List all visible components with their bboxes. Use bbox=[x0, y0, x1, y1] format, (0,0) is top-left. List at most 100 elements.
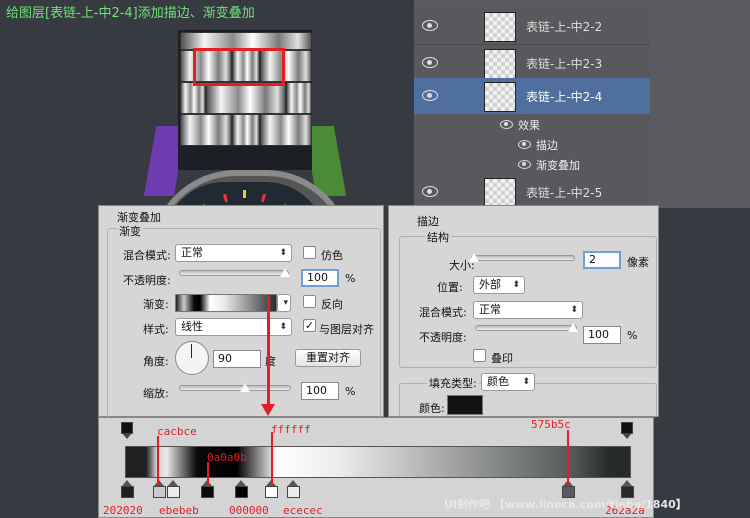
effects-row[interactable]: 效果 bbox=[414, 114, 650, 134]
annotation-line bbox=[567, 430, 569, 486]
dither-checkbox[interactable] bbox=[303, 246, 316, 259]
percent-label: % bbox=[345, 385, 356, 398]
opacity-stop-left[interactable] bbox=[121, 422, 133, 440]
color-stop[interactable] bbox=[121, 480, 134, 498]
opacity-slider[interactable] bbox=[179, 268, 290, 277]
stroke-color-swatch[interactable] bbox=[447, 395, 483, 415]
size-slider[interactable] bbox=[469, 253, 575, 262]
connector-arrow-line bbox=[267, 296, 270, 406]
reverse-label: 反向 bbox=[321, 298, 343, 311]
effect-row-gradient-overlay[interactable]: 渐变叠加 bbox=[414, 154, 650, 174]
color-stop-swatch bbox=[201, 486, 214, 498]
overprint-checkbox[interactable] bbox=[473, 349, 486, 362]
visibility-eye-icon[interactable] bbox=[422, 20, 438, 31]
group-title: 渐变 bbox=[117, 223, 143, 239]
slider-knob[interactable] bbox=[240, 383, 250, 392]
fill-type-value: 颜色 bbox=[487, 375, 509, 388]
effect-label: 渐变叠加 bbox=[536, 159, 580, 172]
gradient-picker-button[interactable]: ▾ bbox=[277, 294, 291, 312]
dropdown-arrow-icon: ⬍ bbox=[512, 280, 520, 290]
fill-type-label: 填充类型: bbox=[427, 375, 479, 391]
stop-label: ebebeb bbox=[159, 504, 199, 517]
overprint-label: 叠印 bbox=[491, 352, 513, 365]
visibility-eye-icon[interactable] bbox=[422, 57, 438, 68]
stop-label: 0a0a0b bbox=[207, 451, 247, 464]
color-stop[interactable] bbox=[167, 480, 180, 498]
annotation-line bbox=[207, 462, 209, 486]
slider-knob[interactable] bbox=[280, 268, 290, 277]
effect-row-stroke[interactable]: 描边 bbox=[414, 134, 650, 154]
percent-label: % bbox=[627, 329, 638, 342]
visibility-eye-icon[interactable] bbox=[500, 120, 513, 129]
dropdown-arrow-icon: ⬍ bbox=[570, 305, 578, 315]
layer-row[interactable]: 表链-上-中2-2 bbox=[414, 8, 650, 45]
stop-label: ececec bbox=[283, 504, 323, 517]
layer-name: 表链-上-中2-3 bbox=[526, 57, 603, 71]
gradient-label: 渐变: bbox=[143, 298, 169, 311]
dither-label: 仿色 bbox=[321, 249, 343, 262]
dial-tick bbox=[223, 193, 228, 203]
dropdown-arrow-icon: ⬍ bbox=[279, 322, 287, 332]
opacity-input[interactable]: 100 bbox=[583, 326, 621, 344]
layer-row[interactable]: 表链-上-中2-3 bbox=[414, 45, 650, 82]
visibility-eye-icon[interactable] bbox=[518, 140, 531, 149]
blend-mode-select[interactable]: 正常 ⬍ bbox=[473, 301, 583, 319]
layers-panel: 表链-上-中2-2 表链-上-中2-3 表链-上-中2-4 效果 描边 渐变叠加… bbox=[414, 0, 750, 211]
opacity-label: 不透明度: bbox=[123, 274, 171, 287]
opacity-slider[interactable] bbox=[475, 323, 578, 332]
visibility-eye-icon[interactable] bbox=[518, 160, 531, 169]
percent-label: % bbox=[345, 272, 356, 285]
opacity-stop-pointer bbox=[622, 433, 632, 439]
reset-align-button[interactable]: 重置对齐 bbox=[295, 349, 361, 367]
layer-name: 表链-上-中2-5 bbox=[526, 186, 603, 200]
dropdown-arrow-icon: ⬍ bbox=[279, 248, 287, 258]
stroke-dialog: 描边 结构 大小: 2 像素 位置: 外部 ⬍ 混合模式: 正常 ⬍ 不透明度: 1… bbox=[388, 205, 659, 418]
dial-tick bbox=[261, 193, 266, 203]
layer-row-selected[interactable]: 表链-上-中2-4 bbox=[414, 78, 650, 115]
opacity-stop-pointer bbox=[122, 433, 132, 439]
visibility-eye-icon[interactable] bbox=[422, 186, 438, 197]
group-title: 结构 bbox=[425, 229, 451, 245]
effect-label: 描边 bbox=[536, 139, 558, 152]
scale-slider[interactable] bbox=[179, 383, 291, 392]
visibility-eye-icon[interactable] bbox=[422, 90, 438, 101]
blend-mode-value: 正常 bbox=[479, 303, 501, 316]
gradient-bar[interactable] bbox=[125, 446, 631, 478]
scale-label: 缩放: bbox=[143, 387, 169, 400]
align-checkbox[interactable]: ✓ bbox=[303, 319, 316, 332]
strap-link bbox=[260, 114, 312, 146]
align-label: 与图层对齐 bbox=[319, 323, 374, 336]
color-stop[interactable] bbox=[621, 480, 634, 498]
scale-input[interactable]: 100 bbox=[301, 382, 339, 400]
effects-label: 效果 bbox=[518, 119, 540, 132]
color-label: 颜色: bbox=[419, 402, 445, 415]
slider-knob[interactable] bbox=[568, 323, 578, 332]
dialog-title: 描边 bbox=[417, 215, 439, 228]
style-label: 样式: bbox=[143, 323, 169, 336]
layer-thumbnail bbox=[484, 178, 516, 208]
angle-dial[interactable] bbox=[175, 341, 209, 375]
fill-type-select[interactable]: 颜色 ⬍ bbox=[481, 373, 535, 391]
size-input[interactable]: 2 bbox=[583, 251, 621, 269]
color-stop[interactable] bbox=[287, 480, 300, 498]
connector-arrow-head bbox=[261, 404, 275, 416]
blend-mode-value: 正常 bbox=[181, 246, 203, 259]
angle-label: 角度: bbox=[143, 355, 169, 368]
reverse-checkbox[interactable] bbox=[303, 295, 316, 308]
position-value: 外部 bbox=[479, 278, 501, 291]
blend-mode-select[interactable]: 正常 ⬍ bbox=[175, 244, 292, 262]
style-select[interactable]: 线性 ⬍ bbox=[175, 318, 292, 336]
opacity-stop-right[interactable] bbox=[621, 422, 633, 440]
angle-input[interactable]: 90 bbox=[213, 350, 261, 368]
layer-name: 表链-上-中2-2 bbox=[526, 20, 603, 34]
opacity-input[interactable]: 100 bbox=[301, 269, 339, 287]
slider-knob[interactable] bbox=[469, 253, 479, 262]
color-stop[interactable] bbox=[235, 480, 248, 498]
gradient-preview[interactable] bbox=[175, 294, 277, 312]
layer-thumbnail bbox=[484, 12, 516, 42]
strap-link-center bbox=[206, 82, 286, 114]
color-stop-swatch bbox=[121, 486, 134, 498]
color-stop[interactable] bbox=[153, 480, 166, 498]
color-stop-swatch bbox=[287, 486, 300, 498]
position-select[interactable]: 外部 ⬍ bbox=[473, 276, 525, 294]
